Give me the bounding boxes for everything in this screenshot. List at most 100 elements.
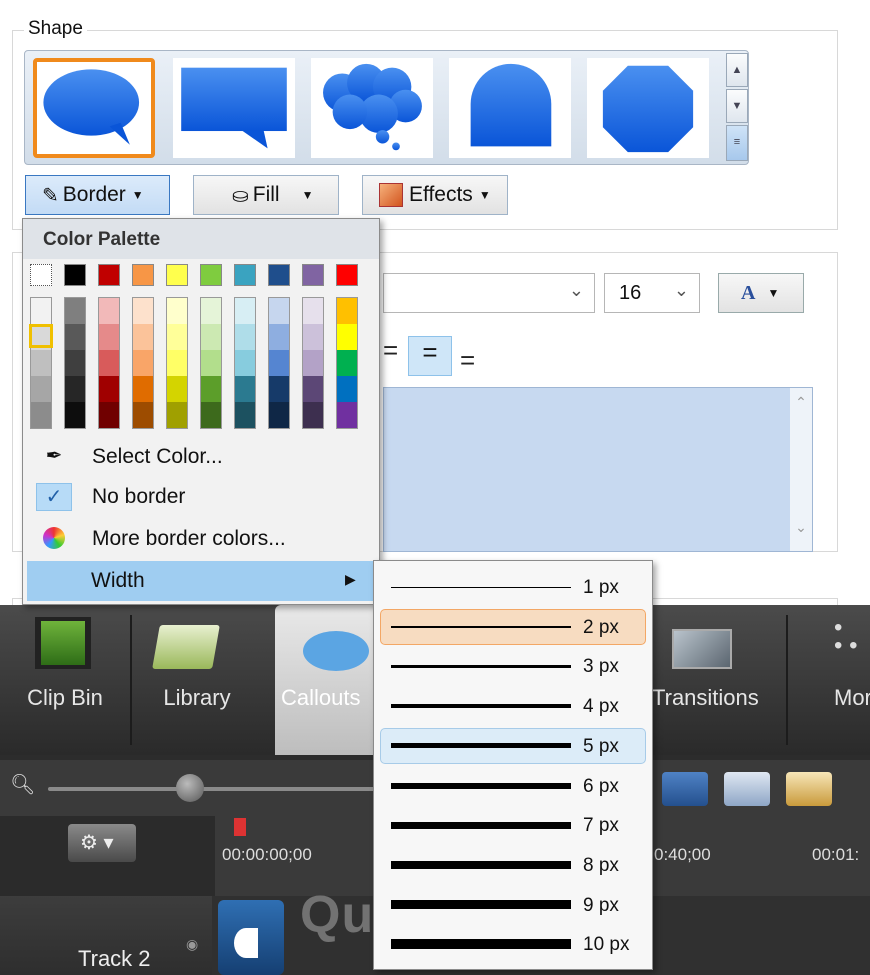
track-visibility-eye-icon[interactable]: ◉ bbox=[186, 936, 198, 953]
width-option[interactable]: 6 px bbox=[380, 768, 646, 804]
no-border-label: No border bbox=[92, 485, 186, 508]
font-color-icon: A bbox=[741, 281, 756, 304]
tab-transitions[interactable]: Transitions bbox=[650, 605, 780, 755]
width-option[interactable]: 5 px bbox=[380, 727, 646, 764]
font-name-dropdown[interactable]: ⌄ bbox=[383, 273, 595, 313]
scroll-down-icon[interactable]: ⌄ bbox=[790, 519, 812, 536]
zoom-search-icon[interactable]: 🔍︎ bbox=[10, 772, 35, 797]
shape-octagon[interactable] bbox=[587, 58, 709, 158]
border-width-submenu: 1 px 2 px 3 px 4 px 5 px 6 px 7 px 8 px 9 px 10 p… bbox=[373, 560, 653, 970]
color-swatch[interactable] bbox=[200, 264, 222, 286]
color-palette-header: Color Palette bbox=[23, 219, 379, 259]
color-ramp[interactable] bbox=[132, 297, 154, 429]
font-color-button[interactable]: A ▼ bbox=[718, 273, 804, 313]
width-option-label: 4 px bbox=[583, 696, 619, 718]
scroll-up-icon[interactable]: ⌃ bbox=[790, 394, 812, 411]
shape-group-title: Shape bbox=[24, 18, 87, 40]
color-ramp[interactable] bbox=[302, 297, 324, 429]
tab-clip-bin[interactable]: Clip Bin bbox=[0, 605, 130, 755]
checkmark-icon: ✓ bbox=[36, 483, 72, 511]
shape-speech-bubble-oval[interactable] bbox=[33, 58, 155, 158]
width-line-sample bbox=[391, 743, 571, 749]
tab-more[interactable]: • • • Mor bbox=[792, 605, 870, 755]
color-ramp[interactable] bbox=[234, 297, 256, 429]
width-option[interactable]: 4 px bbox=[380, 688, 646, 724]
color-swatch[interactable] bbox=[166, 264, 188, 286]
border-button[interactable]: ✎ Border ▼ bbox=[25, 175, 170, 215]
text-area-scrollbar[interactable]: ⌃ ⌄ bbox=[790, 388, 812, 551]
zoom-slider-thumb[interactable] bbox=[176, 774, 204, 802]
select-color-menu-item[interactable]: ✒ Select Color... bbox=[24, 437, 380, 477]
fill-button-label: Fill bbox=[252, 183, 280, 206]
width-option[interactable]: 9 px bbox=[380, 887, 646, 923]
color-swatch[interactable] bbox=[302, 264, 324, 286]
folder-icon bbox=[152, 625, 220, 669]
color-ramp[interactable] bbox=[268, 297, 290, 429]
color-swatch[interactable] bbox=[234, 264, 256, 286]
callout-clip[interactable] bbox=[218, 900, 284, 975]
color-ramp[interactable] bbox=[166, 297, 188, 429]
paste-icon[interactable] bbox=[786, 772, 832, 806]
width-option-label: 3 px bbox=[583, 656, 619, 678]
font-size-dropdown[interactable]: 16 ⌄ bbox=[604, 273, 700, 313]
color-swatch[interactable] bbox=[268, 264, 290, 286]
width-option[interactable]: 1 px bbox=[380, 569, 646, 605]
zoom-slider-track[interactable] bbox=[48, 787, 378, 791]
tab-callouts[interactable]: Callouts bbox=[275, 605, 385, 755]
color-ramp[interactable] bbox=[200, 297, 222, 429]
color-ramp[interactable] bbox=[336, 297, 358, 429]
color-ramp[interactable] bbox=[98, 297, 120, 429]
color-wheel-icon bbox=[36, 525, 72, 553]
align-center-icon[interactable]: = bbox=[408, 336, 452, 376]
align-left-icon[interactable]: = bbox=[383, 335, 398, 366]
callout-text-area[interactable]: ⌃ ⌄ bbox=[383, 387, 813, 552]
more-border-colors-label: More border colors... bbox=[92, 527, 286, 550]
width-option[interactable]: 2 px bbox=[380, 608, 646, 645]
width-option-label: 2 px bbox=[583, 616, 619, 638]
shape-speech-bubble-rect[interactable] bbox=[173, 58, 295, 158]
fill-button[interactable]: ⛀ Fill ▼ bbox=[193, 175, 339, 215]
more-dots-icon: • • • bbox=[834, 614, 858, 659]
effects-icon bbox=[379, 183, 403, 207]
split-icon[interactable] bbox=[662, 772, 708, 806]
tab-library-label: Library bbox=[163, 685, 231, 710]
width-option[interactable]: 3 px bbox=[380, 648, 646, 684]
chevron-down-icon: ▼ bbox=[131, 188, 144, 202]
width-menu-item[interactable]: Width ▶ bbox=[27, 561, 379, 601]
copy-icon[interactable] bbox=[724, 772, 770, 806]
width-option-label: 5 px bbox=[583, 735, 619, 757]
gallery-scroll-up-icon[interactable]: ▲ bbox=[726, 53, 748, 87]
track-label: Track 2 bbox=[78, 946, 151, 971]
playhead-marker-icon[interactable] bbox=[234, 818, 246, 836]
more-border-colors-menu-item[interactable]: More border colors... bbox=[24, 519, 380, 559]
gallery-expand-icon[interactable]: ≡ bbox=[726, 125, 748, 161]
chevron-down-icon: ⌄ bbox=[673, 280, 689, 300]
width-option[interactable]: 10 px bbox=[380, 926, 646, 962]
width-option-label: 7 px bbox=[583, 815, 619, 837]
tab-clip-bin-label: Clip Bin bbox=[27, 685, 103, 710]
color-ramp[interactable] bbox=[29, 297, 53, 429]
width-option[interactable]: 7 px bbox=[380, 807, 646, 843]
width-option[interactable]: 8 px bbox=[380, 847, 646, 883]
color-swatch[interactable] bbox=[64, 264, 86, 286]
eyedropper-icon: ✒ bbox=[45, 445, 63, 467]
tab-transitions-label: Transitions bbox=[652, 685, 759, 710]
color-swatch[interactable] bbox=[98, 264, 120, 286]
chevron-down-icon: ▼ bbox=[478, 188, 491, 202]
shape-rounded-callout[interactable] bbox=[449, 58, 571, 158]
swatch-transparent[interactable] bbox=[30, 264, 52, 286]
tab-library[interactable]: Library bbox=[132, 605, 262, 755]
color-ramp[interactable] bbox=[64, 297, 86, 429]
chevron-down-icon: ⌄ bbox=[568, 280, 584, 300]
no-border-menu-item[interactable]: ✓ No border bbox=[24, 477, 380, 517]
color-swatch[interactable] bbox=[336, 264, 358, 286]
align-right-icon[interactable]: = bbox=[460, 345, 475, 376]
track-settings-gear-icon[interactable]: ⚙ ▾ bbox=[68, 824, 136, 862]
color-swatch[interactable] bbox=[132, 264, 154, 286]
shape-thought-cloud[interactable] bbox=[311, 58, 433, 158]
shape-gallery[interactable]: ▲ ▼ ≡ bbox=[24, 50, 749, 165]
select-color-label: Select Color... bbox=[92, 445, 223, 468]
gallery-scroll-down-icon[interactable]: ▼ bbox=[726, 89, 748, 123]
effects-button[interactable]: Effects ▼ bbox=[362, 175, 508, 215]
chevron-down-icon: ▼ bbox=[767, 286, 780, 300]
